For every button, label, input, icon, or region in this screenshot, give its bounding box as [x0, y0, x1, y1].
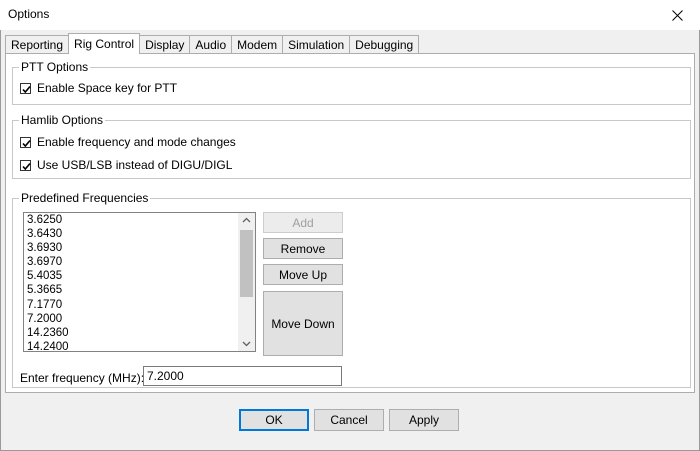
list-item[interactable]: 7.2000 — [24, 312, 240, 326]
checkmark-icon — [22, 139, 31, 147]
list-item[interactable]: 7.1770 — [24, 298, 240, 312]
tab-display[interactable]: Display — [140, 35, 190, 54]
usb-lsb-checkbox-row[interactable]: Use USB/LSB instead of DIGU/DIGL — [20, 158, 232, 172]
tab-rig-control[interactable]: Rig Control — [68, 33, 141, 54]
tab-debugging[interactable]: Debugging — [349, 35, 420, 54]
add-button[interactable]: Add — [263, 212, 343, 233]
list-item[interactable]: 3.6430 — [24, 227, 240, 241]
vertical-scrollbar[interactable] — [238, 213, 255, 351]
chevron-down-icon — [242, 341, 251, 347]
ok-button[interactable]: OK — [239, 409, 309, 431]
apply-button[interactable]: Apply — [389, 409, 459, 431]
remove-button[interactable]: Remove — [263, 238, 343, 259]
predefined-frequencies-group: Predefined Frequencies 3.6250 3.6430 3.6… — [12, 191, 691, 388]
group-title: Hamlib Options — [19, 113, 106, 127]
cancel-button[interactable]: Cancel — [314, 409, 384, 431]
tab-reporting[interactable]: Reporting — [5, 35, 69, 54]
frequency-listbox[interactable]: 3.6250 3.6430 3.6930 3.6970 5.4035 5.366… — [23, 212, 256, 352]
window-border — [0, 30, 1, 451]
space-key-checkbox-row[interactable]: Enable Space key for PTT — [20, 81, 177, 95]
frequency-input[interactable] — [143, 366, 342, 386]
frequency-list: 3.6250 3.6430 3.6930 3.6970 5.4035 5.366… — [24, 213, 240, 351]
list-item[interactable]: 5.3665 — [24, 283, 240, 297]
space-key-label: Enable Space key for PTT — [37, 81, 178, 95]
scroll-up-button[interactable] — [238, 213, 255, 227]
list-item[interactable]: 3.6250 — [24, 213, 240, 227]
usb-lsb-checkbox[interactable] — [20, 159, 31, 171]
tab-strip: Reporting Rig Control Display Audio Mode… — [5, 33, 420, 54]
hamlib-options-group: Hamlib Options Enable frequency and mode… — [12, 113, 691, 179]
move-up-button[interactable]: Move Up — [263, 264, 343, 285]
chevron-up-icon — [242, 217, 251, 223]
scroll-thumb[interactable] — [240, 230, 253, 297]
close-icon — [671, 9, 683, 21]
rig-control-panel: PTT Options Enable Space key for PTT Ham… — [5, 53, 695, 393]
group-title: PTT Options — [19, 60, 91, 74]
move-down-button[interactable]: Move Down — [263, 291, 343, 356]
checkmark-icon — [22, 162, 31, 170]
tab-simulation[interactable]: Simulation — [282, 35, 350, 54]
usb-lsb-label: Use USB/LSB instead of DIGU/DIGL — [37, 158, 233, 172]
list-item[interactable]: 5.4035 — [24, 269, 240, 283]
tab-audio[interactable]: Audio — [189, 35, 232, 54]
freq-mode-label: Enable frequency and mode changes — [37, 135, 236, 149]
freq-mode-checkbox[interactable] — [20, 136, 31, 148]
tab-modem[interactable]: Modem — [231, 35, 283, 54]
window-title: Options — [8, 7, 50, 21]
ptt-options-group: PTT Options Enable Space key for PTT — [12, 60, 691, 105]
group-title: Predefined Frequencies — [19, 191, 151, 205]
list-item[interactable]: 3.6970 — [24, 255, 240, 269]
space-key-checkbox[interactable] — [20, 82, 31, 94]
scroll-down-button[interactable] — [238, 337, 255, 351]
freq-mode-checkbox-row[interactable]: Enable frequency and mode changes — [20, 135, 236, 149]
list-item[interactable]: 14.2360 — [24, 326, 240, 340]
close-button[interactable] — [654, 0, 700, 30]
list-item[interactable]: 14.2400 — [24, 340, 240, 351]
enter-frequency-label: Enter frequency (MHz): — [20, 371, 145, 385]
title-bar: Options — [0, 0, 700, 30]
list-item[interactable]: 3.6930 — [24, 241, 240, 255]
checkmark-icon — [22, 85, 31, 93]
